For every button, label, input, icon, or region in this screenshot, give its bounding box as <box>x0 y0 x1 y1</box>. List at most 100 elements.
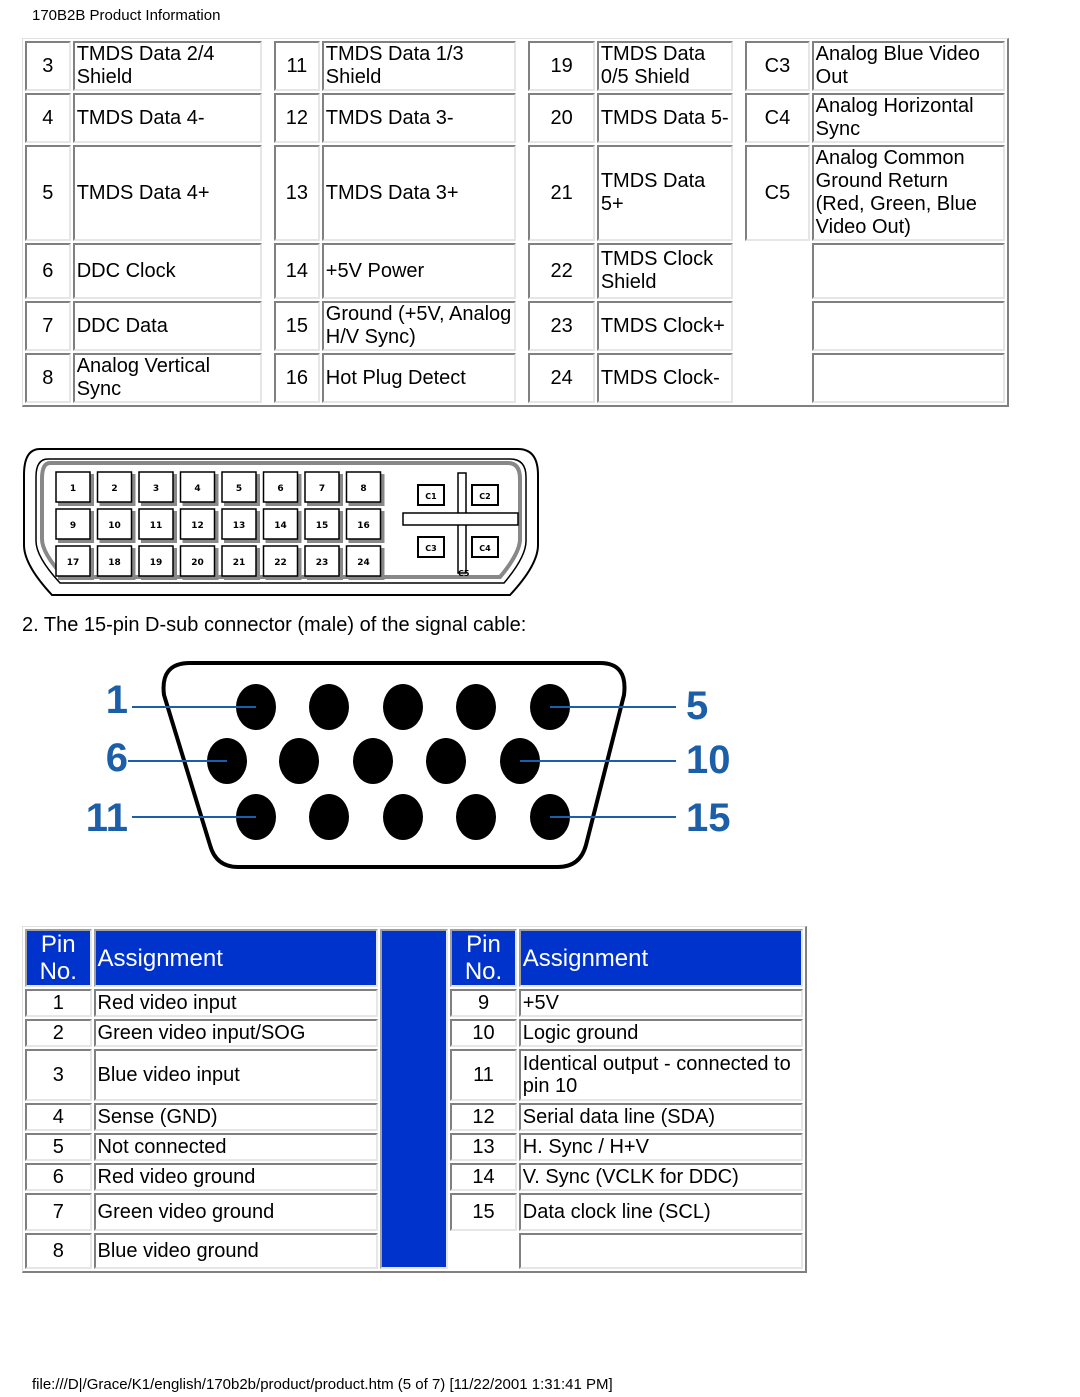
vga-pin-assignment: Serial data line (SDA) <box>518 1103 803 1131</box>
dvi-pin: 23 <box>304 545 343 580</box>
dvi-pin-label: 12 <box>191 521 204 531</box>
dvi-pin-label: 17 <box>67 558 80 568</box>
dvi-pin-number: 11 <box>274 41 320 91</box>
dvi-pin: 22 <box>262 545 302 580</box>
dvi-pin-label: 24 <box>357 558 370 568</box>
dvi-analog-pin: C4 <box>471 536 499 558</box>
vga-pin-number: 5 <box>25 1133 92 1161</box>
dvi-pin: 11 <box>138 508 177 543</box>
dvi-pin-number <box>745 301 809 351</box>
dvi-table-row: 7 DDC Data 15 Ground (+5V, Analog H/V Sync)… <box>25 301 1005 351</box>
dvi-pin-label: 9 <box>70 521 76 531</box>
column-gap <box>264 243 272 299</box>
dvi-pin-number: 7 <box>25 301 71 351</box>
dvi-pin-table: 3 TMDS Data 2/4 Shield 11 TMDS Data 1/3 Shi… <box>22 38 1009 407</box>
dvi-pin: 10 <box>96 508 136 543</box>
dvi-pin-description: TMDS Data 5+ <box>596 145 733 241</box>
dvi-pin-description: Hot Plug Detect <box>321 353 517 403</box>
vga-pin-callout-label: 1 <box>106 678 128 722</box>
dvi-pin: 13 <box>221 508 260 543</box>
dvi-pin: 24 <box>345 545 385 580</box>
vga-pin-assignment: Red video input <box>93 989 378 1017</box>
dvi-pin-number: 19 <box>528 41 595 91</box>
vga-pin-assignment: Blue video ground <box>93 1233 378 1269</box>
dvi-pin-description: Analog Common Ground Return (Red, Green,… <box>811 145 1005 241</box>
dvi-pin: 1 <box>55 471 94 506</box>
vga-pin-assignment: Logic ground <box>518 1019 803 1047</box>
dvi-pin: 14 <box>262 508 302 543</box>
dvi-pin-label: 22 <box>274 558 287 568</box>
column-gap <box>518 41 526 91</box>
dvi-pin-description <box>811 243 1005 299</box>
dvi-pin-number: 15 <box>274 301 320 351</box>
dvi-pin-label: 19 <box>150 558 163 568</box>
vga-pin-number: 10 <box>450 1019 517 1047</box>
dvi-table-row: 8 Analog Vertical Sync 16 Hot Plug Detect 24… <box>25 353 1005 403</box>
dvi-pin-number: 3 <box>25 41 71 91</box>
dvi-pin-description: +5V Power <box>321 243 517 299</box>
vga-pin <box>456 684 496 730</box>
dvi-pin-number: 5 <box>25 145 71 241</box>
dvi-pin-label: 2 <box>111 484 117 494</box>
vga-pin-number: 13 <box>450 1133 517 1161</box>
column-gap <box>518 243 526 299</box>
column-gap <box>518 93 526 143</box>
pin-no-header-right: Pin No. <box>450 929 517 987</box>
vga-pin-callout-label: 5 <box>686 684 708 728</box>
dvi-pin-description: Analog Horizontal Sync <box>811 93 1005 143</box>
dvi-pin-description: Analog Vertical Sync <box>72 353 262 403</box>
dvi-pin-label: 4 <box>194 484 200 494</box>
vga-pin-assignment: Blue video input <box>93 1049 378 1101</box>
dvi-pin: 17 <box>55 545 94 580</box>
assignment-header-left: Assignment <box>93 929 378 987</box>
dvi-pin-label: 23 <box>316 558 329 568</box>
vga-pin-number: 2 <box>25 1019 92 1047</box>
vga-pin-number: 8 <box>25 1233 92 1269</box>
dvi-pin-label: 16 <box>357 521 370 531</box>
dvi-pin-number: 24 <box>528 353 595 403</box>
dvi-pin-number: C3 <box>745 41 810 91</box>
dvi-pin-description: TMDS Data 4- <box>72 93 262 143</box>
dvi-pin-description: Analog Blue Video Out <box>811 41 1005 91</box>
dvi-pin-description <box>811 301 1005 351</box>
dvi-pin: 20 <box>179 545 219 580</box>
dvi-table-row: 5 TMDS Data 4+ 13 TMDS Data 3+ 21 TMDS Data 5… <box>25 145 1005 241</box>
page-header-title: 170B2B Product Information <box>32 7 221 24</box>
dvi-pin: 15 <box>304 508 343 543</box>
dvi-pin-number: 21 <box>528 145 595 241</box>
dvi-pin-label: 1 <box>70 484 76 494</box>
dvi-pin-description: DDC Data <box>72 301 262 351</box>
dvi-pin-number: 16 <box>274 353 320 403</box>
vga-pin-assignment: Not connected <box>93 1133 378 1161</box>
vga-pin-number: 11 <box>450 1049 517 1101</box>
vga-pin-number: 12 <box>450 1103 517 1131</box>
column-gap <box>264 145 272 241</box>
dvi-pin: 5 <box>221 471 260 506</box>
dvi-analog-pin: C3 <box>417 536 445 558</box>
vga-pin-table: Pin No. Assignment Pin No. Assignment 1 Red… <box>22 926 807 1273</box>
vga-table-header-row: Pin No. Assignment Pin No. Assignment <box>25 929 803 1269</box>
vga-pin-assignment: V. Sync (VCLK for DDC) <box>518 1163 803 1191</box>
dvi-pin-label: 3 <box>153 484 159 494</box>
dvi-pin-description: TMDS Data 4+ <box>72 145 262 241</box>
vga-pin-callout-label: 10 <box>686 738 731 782</box>
dvi-pin-description: TMDS Clock+ <box>596 301 733 351</box>
vga-pin-number: 4 <box>25 1103 92 1131</box>
dvi-pin-label: 6 <box>277 484 283 494</box>
vga-pin-number: 1 <box>25 989 92 1017</box>
vga-pin-assignment: Green video input/SOG <box>93 1019 378 1047</box>
vga-pin <box>383 794 423 840</box>
dvi-pin-description: TMDS Data 2/4 Shield <box>72 41 262 91</box>
dvi-pin-label: 8 <box>360 484 366 494</box>
dvi-pin-description: TMDS Clock- <box>596 353 733 403</box>
dvi-table-row: 3 TMDS Data 2/4 Shield 11 TMDS Data 1/3 Shi… <box>25 41 1005 91</box>
dvi-pin-label: 20 <box>191 558 204 568</box>
vga-pin-number: 9 <box>450 989 517 1017</box>
vga-pin <box>353 738 393 784</box>
dvi-pin-description: TMDS Data 0/5 Shield <box>596 41 733 91</box>
dvi-pin: 19 <box>138 545 177 580</box>
dvi-pin-description <box>811 353 1005 403</box>
column-gap <box>735 301 743 351</box>
dvi-pin-number: 6 <box>25 243 71 299</box>
dvi-analog-pin: C2 <box>471 484 499 506</box>
